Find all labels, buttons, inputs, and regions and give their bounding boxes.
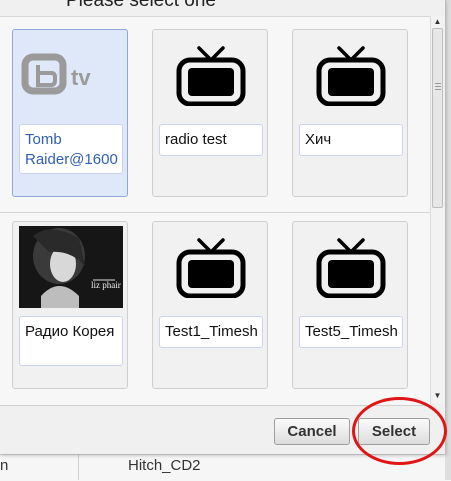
- grid-row: tv Tomb Raider@1600 radio test Хич: [0, 17, 430, 213]
- grid-scrollbar[interactable]: ▲ ▼: [430, 16, 444, 404]
- item-thumbnail: [159, 34, 263, 116]
- item-label[interactable]: Хич: [299, 124, 403, 156]
- tv-icon: [316, 238, 386, 298]
- album-cover-text: liz phair: [91, 280, 121, 290]
- item-label[interactable]: radio test: [159, 124, 263, 156]
- album-cover-photo: liz phair: [19, 226, 123, 308]
- tv-icon: [176, 46, 246, 106]
- scroll-thumb[interactable]: [432, 28, 443, 208]
- grip-line: [435, 83, 441, 84]
- album-cover-photo-icon: liz phair: [19, 226, 123, 308]
- items-grid: tv Tomb Raider@1600 radio test Хич liz p…: [0, 16, 430, 406]
- cancel-button[interactable]: Cancel: [274, 418, 350, 445]
- select-dialog: Please select one tv Tomb Raider@1600 ra…: [0, 0, 446, 454]
- item-label[interactable]: Test5_Timesh: [299, 316, 403, 348]
- item-label[interactable]: Test1_Timesh: [159, 316, 263, 348]
- item-card-hich[interactable]: Хич: [292, 29, 408, 197]
- scroll-down-arrow-icon[interactable]: ▼: [431, 390, 444, 402]
- item-card-radio-korea[interactable]: liz phair Радио Корея: [12, 221, 128, 389]
- item-thumbnail: [299, 34, 403, 116]
- grip-line: [435, 89, 441, 90]
- item-label[interactable]: Радио Корея: [19, 316, 123, 366]
- item-thumbnail: [299, 226, 403, 308]
- background-item-label-hitch[interactable]: Hitch_CD2: [128, 457, 201, 474]
- background-divider: [78, 454, 79, 480]
- tv-icon: [316, 46, 386, 106]
- btv-logo-icon: tv: [21, 53, 91, 95]
- item-card-test1-timeshift[interactable]: Test1_Timesh: [152, 221, 268, 389]
- tv-icon: [176, 238, 246, 298]
- item-thumbnail: [159, 226, 263, 308]
- grip-line: [435, 86, 441, 87]
- item-card-tomb-raider[interactable]: tv Tomb Raider@1600: [12, 29, 128, 197]
- scroll-up-arrow-icon[interactable]: ▲: [431, 16, 444, 28]
- item-card-test5-timeshift[interactable]: Test5_Timesh: [292, 221, 408, 389]
- item-thumbnail: tv: [19, 34, 123, 116]
- highlight-ring: [352, 397, 447, 465]
- background-item-label: n: [0, 457, 9, 474]
- item-label[interactable]: Tomb Raider@1600: [19, 124, 123, 174]
- dialog-title: Please select one: [66, 0, 216, 11]
- grid-row: liz phair Радио Корея Test1_Timesh Test5…: [0, 213, 430, 405]
- svg-text:tv: tv: [71, 65, 91, 90]
- item-card-radio-test[interactable]: radio test: [152, 29, 268, 197]
